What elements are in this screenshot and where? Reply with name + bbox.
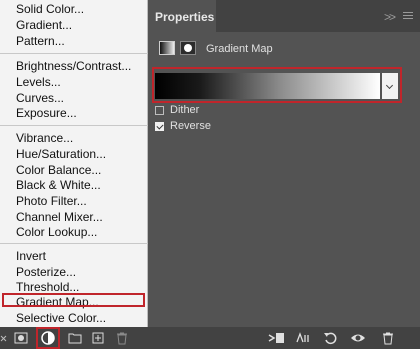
menu-item-exposure[interactable]: Exposure... [16,106,77,120]
reset-icon[interactable] [322,330,338,346]
menu-item-threshold[interactable]: Threshold... [16,280,79,294]
add-layer-mask-icon[interactable] [13,330,29,346]
adjustment-title: Gradient Map [206,43,273,55]
adjustment-button-highlight [36,327,60,349]
gradient-map-highlight [2,293,145,307]
menu-item-curves[interactable]: Curves... [16,91,64,105]
trash-icon[interactable] [114,330,130,346]
menu-item-invert[interactable]: Invert [16,249,46,263]
collapse-panel-button[interactable]: >> [384,10,396,24]
dither-checkbox[interactable] [155,106,164,115]
menu-item-selective-color[interactable]: Selective Color... [16,311,106,325]
clip-to-layer-icon[interactable] [266,330,286,346]
menu-item-solid-color[interactable]: Solid Color... [16,2,84,16]
gradient-dropdown-button[interactable] [382,73,398,99]
delete-icon[interactable] [380,330,396,346]
menu-separator [0,53,148,54]
panel-tab-bar: Properties >> [148,0,420,32]
folder-icon[interactable] [67,330,83,346]
menu-item-pattern[interactable]: Pattern... [16,34,65,48]
tab-properties-label: Properties [155,10,215,24]
visibility-eye-icon[interactable] [350,330,366,346]
reverse-label: Reverse [170,120,211,132]
menu-item-channel-mixer[interactable]: Channel Mixer... [16,210,103,224]
new-layer-icon[interactable] [90,330,106,346]
menu-item-levels[interactable]: Levels... [16,75,61,89]
menu-item-posterize[interactable]: Posterize... [16,265,76,279]
layer-mask-icon[interactable] [180,41,196,55]
close-x-icon[interactable] [0,330,8,346]
menu-item-brightness-contrast[interactable]: Brightness/Contrast... [16,59,131,73]
menu-item-vibrance[interactable]: Vibrance... [16,131,73,145]
gradient-map-icon [159,41,175,55]
menu-item-photo-filter[interactable]: Photo Filter... [16,194,87,208]
view-previous-state-icon[interactable] [295,330,311,346]
menu-item-hue-saturation[interactable]: Hue/Saturation... [16,147,106,161]
panel-menu-icon[interactable] [403,12,413,20]
menu-separator [0,243,148,244]
menu-item-black-white[interactable]: Black & White... [16,178,101,192]
bottom-toolbar [0,327,420,349]
menu-item-color-balance[interactable]: Color Balance... [16,163,101,177]
tab-properties[interactable]: Properties [148,0,216,32]
menu-item-color-lookup[interactable]: Color Lookup... [16,225,97,239]
properties-panel: Properties >> Gradient Map Dither Revers… [148,0,420,327]
dither-label: Dither [170,104,200,116]
adjustment-menu: Solid Color... Gradient... Pattern... Br… [0,0,148,327]
menu-separator [0,125,148,126]
gradient-preview[interactable] [155,73,380,99]
menu-item-gradient[interactable]: Gradient... [16,18,72,32]
reverse-checkbox[interactable] [155,122,164,131]
